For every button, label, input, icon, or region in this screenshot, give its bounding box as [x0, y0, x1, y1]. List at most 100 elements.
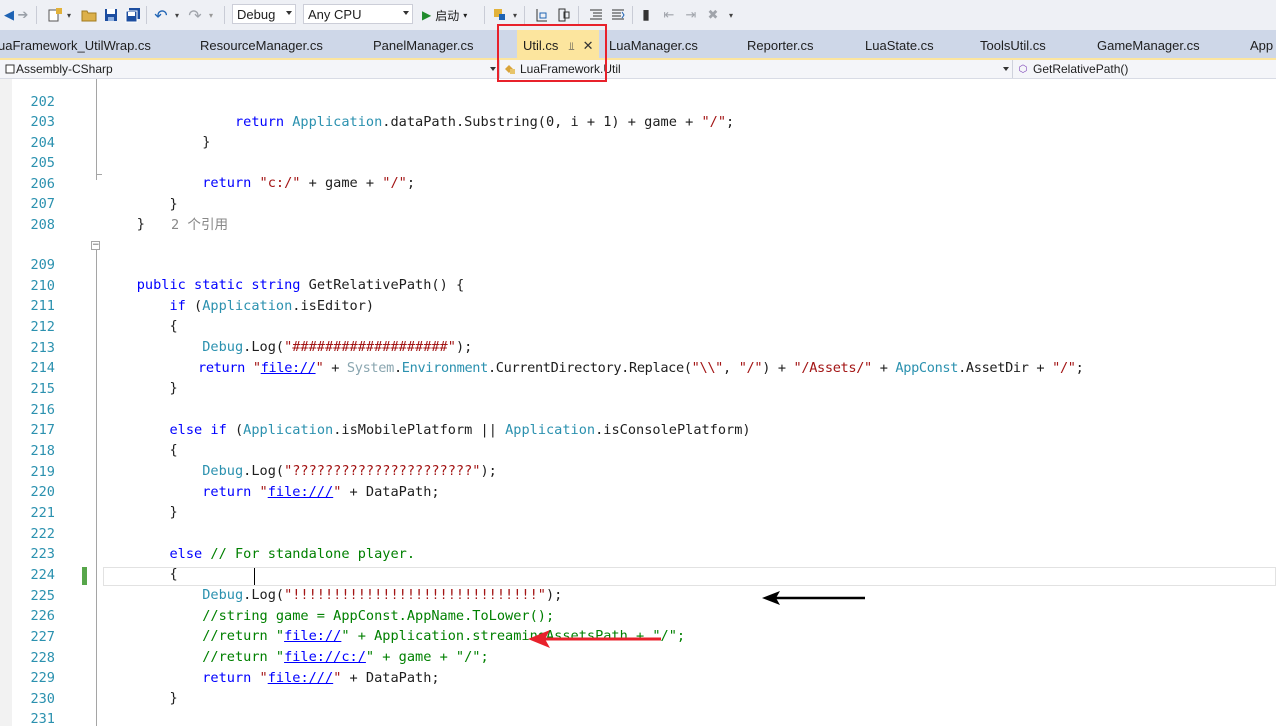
tab-luaframework-utilwrap[interactable]: uaFramework_UtilWrap.cs	[0, 30, 151, 58]
uncomment-icon[interactable]	[608, 4, 628, 26]
code-line: 229 }	[0, 648, 1276, 706]
code-line: 211 {	[0, 276, 1276, 334]
class-icon	[504, 63, 516, 75]
open-folder-icon[interactable]	[78, 4, 100, 26]
code-line: 208	[0, 195, 1276, 233]
tab-gamemanager[interactable]: GameManager.cs	[1097, 30, 1200, 58]
code-line: 206 }	[0, 154, 1276, 212]
tab-reporter[interactable]: Reporter.cs	[747, 30, 813, 58]
code-line: 207 }	[0, 174, 1276, 232]
codelens-references[interactable]: 2 个引用	[171, 215, 228, 235]
code-text: }	[104, 216, 145, 232]
forward-icon[interactable]: ➔	[16, 4, 30, 26]
code-line: 226 //return "file://" + Application.str…	[0, 586, 1276, 644]
tab-label: ResourceManager.cs	[200, 38, 323, 53]
member-name: GetRelativePath()	[1033, 62, 1129, 76]
close-icon[interactable]: ✕	[583, 30, 594, 58]
code-line: 217 {	[0, 400, 1276, 458]
tab-app[interactable]: App	[1250, 30, 1273, 58]
tab-label: LuaManager.cs	[609, 38, 698, 53]
platform-value: Any CPU	[308, 6, 362, 22]
line-number: 208	[30, 217, 55, 233]
code-line: 222 else // For standalone player.	[0, 504, 1276, 562]
code-line: 210 if (Application.isEditor)	[0, 256, 1276, 314]
clear-bookmarks-icon[interactable]: ✖	[704, 4, 722, 26]
tab-luamanager[interactable]: LuaManager.cs	[609, 30, 698, 58]
code-line: 224 Debug.Log("!!!!!!!!!!!!!!!!!!!!!!!!!…	[0, 545, 1276, 603]
text-caret	[254, 568, 255, 585]
redo-dropdown-icon[interactable]: ▾	[206, 4, 216, 26]
undo-dropdown-icon[interactable]: ▾	[172, 4, 182, 26]
code-editor[interactable]: − 202 return Application.dataPath.Substr…	[0, 79, 1276, 726]
code-line: 213 return "file://" + System.Environmen…	[0, 318, 1276, 376]
code-line: 204	[0, 113, 1276, 151]
comment-icon[interactable]	[586, 4, 606, 26]
member-select[interactable]: ⬡ GetRelativePath()	[1013, 60, 1276, 78]
tab-label: App	[1250, 38, 1274, 53]
tab-panelmanager[interactable]: PanelManager.cs	[373, 30, 473, 58]
solution-configuration-select[interactable]: Debug	[232, 4, 296, 24]
code-line: 228 return "file:///" + DataPath;	[0, 628, 1276, 686]
tab-label: uaFramework_UtilWrap.cs	[0, 38, 151, 53]
document-tab-strip: uaFramework_UtilWrap.cs ResourceManager.…	[0, 30, 1276, 60]
standard-toolbar: ◀ ➔ ▾ ↶ ▾ ↷ ▾ Debug Any CPU ▶ 启动 ▾ ▾ ▮ ⇤…	[0, 0, 1276, 31]
code-line: 209 public static string GetRelativePath…	[0, 235, 1276, 293]
code-line: 216 else if (Application.isMobilePlatfor…	[0, 380, 1276, 438]
tab-label: Util.cs	[523, 38, 559, 53]
tab-toolsutil[interactable]: ToolsUtil.cs	[980, 30, 1046, 58]
save-all-icon[interactable]	[122, 4, 144, 26]
tab-label: LuaState.cs	[865, 38, 934, 53]
type-name: LuaFramework.Util	[520, 62, 621, 76]
start-button[interactable]: ▶ 启动 ▾	[422, 5, 467, 25]
more-icon[interactable]: ▾	[726, 4, 736, 26]
outline-icon[interactable]	[554, 4, 574, 26]
undo-icon[interactable]: ↶	[152, 4, 170, 26]
code-line: 218 Debug.Log("??????????????????????");	[0, 421, 1276, 479]
save-icon[interactable]	[100, 4, 122, 26]
find-dropdown-icon[interactable]: ▾	[510, 4, 520, 26]
code-line: 212 Debug.Log("###################");	[0, 297, 1276, 355]
code-line: 202 return Application.dataPath.Substrin…	[0, 79, 1276, 130]
start-label: 启动	[435, 8, 460, 23]
navigation-bar: Assembly-CSharp LuaFramework.Util ⬡ GetR…	[0, 60, 1276, 79]
code-line: 205 return "c:/" + game + "/";	[0, 133, 1276, 191]
method-icon: ⬡	[1018, 63, 1028, 75]
code-line: 227 //return "file://c:/" + game + "/";	[0, 607, 1276, 665]
code-line: 214 }	[0, 338, 1276, 396]
solution-platform-select[interactable]: Any CPU	[303, 4, 413, 24]
back-icon[interactable]: ◀	[2, 4, 16, 26]
tab-resourcemanager[interactable]: ResourceManager.cs	[200, 30, 323, 58]
tab-label: PanelManager.cs	[373, 38, 474, 53]
tab-util[interactable]: Util.cs ⫫ ✕	[517, 30, 600, 58]
format-icon[interactable]	[532, 4, 552, 26]
new-project-dropdown-icon[interactable]: ▾	[64, 4, 74, 26]
next-bookmark-icon[interactable]: ⇥	[682, 4, 700, 26]
code-line: 232	[0, 710, 1276, 726]
code-line: 231 }	[0, 689, 1276, 726]
code-line: 221	[0, 483, 1276, 521]
start-icon: ▶	[422, 8, 432, 22]
tab-label: Reporter.cs	[747, 38, 814, 53]
redo-icon[interactable]: ↷	[186, 4, 204, 26]
tab-label: ToolsUtil.cs	[980, 38, 1046, 53]
code-line: 230	[0, 669, 1276, 707]
prev-bookmark-icon[interactable]: ⇤	[660, 4, 678, 26]
code-line: 220 }	[0, 462, 1276, 520]
code-line: 215	[0, 359, 1276, 397]
project-name: Assembly-CSharp	[16, 62, 113, 76]
code-line: 223 {	[0, 524, 1276, 582]
tab-label: GameManager.cs	[1097, 38, 1200, 53]
start-dropdown-icon[interactable]: ▾	[463, 11, 467, 20]
type-select[interactable]: LuaFramework.Util	[500, 60, 1013, 78]
pin-icon[interactable]: ⫫	[568, 31, 574, 58]
bookmark-icon[interactable]: ▮	[638, 4, 654, 26]
new-project-icon[interactable]	[44, 4, 66, 26]
find-icon[interactable]	[490, 4, 510, 26]
tab-luastate[interactable]: LuaState.cs	[865, 30, 934, 58]
code-line: 225 //string game = AppConst.AppName.ToL…	[0, 566, 1276, 624]
configuration-value: Debug	[237, 6, 276, 22]
csharp-project-icon	[4, 63, 16, 75]
code-line: 203 }	[0, 92, 1276, 150]
code-line: 219 return "file:///" + DataPath;	[0, 442, 1276, 500]
project-select[interactable]: Assembly-CSharp	[0, 60, 500, 78]
